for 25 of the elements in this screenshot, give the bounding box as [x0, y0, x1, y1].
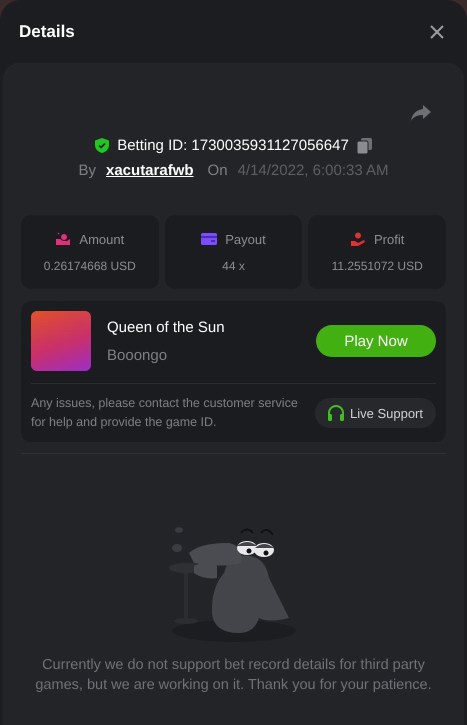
card-icon: [201, 233, 218, 245]
game-thumbnail-placeholder: [31, 311, 91, 371]
hand-person-icon: [350, 232, 366, 246]
on-label: On: [208, 162, 228, 179]
stat-label: Payout: [225, 232, 266, 246]
stat-value: 0.26174668 USD: [44, 258, 136, 272]
stat-value: 11.2551072 USD: [332, 258, 423, 272]
support-notice: Any issues, please contact the customer service for help and provide the game ID.: [31, 395, 299, 431]
copy-icon[interactable]: [356, 138, 372, 154]
stat-label: Profit: [374, 232, 404, 246]
share-icon[interactable]: [411, 105, 431, 121]
betting-id: Betting ID: 1730035931127056647: [117, 137, 349, 154]
modal-title: Details: [19, 22, 75, 42]
game-name: Queen of the Sun: [107, 318, 226, 336]
username-link[interactable]: xacutarafwb: [106, 162, 194, 179]
bet-date: 4/14/2022, 6:00:33 AM: [238, 162, 389, 179]
live-support-button[interactable]: Live Support: [315, 398, 436, 428]
empty-message: Currently we do not support bet record details for third party games, but we are working on it. Thank you for your patience.: [34, 656, 433, 695]
stat-label: Amount: [79, 232, 124, 246]
headset-icon: [327, 405, 345, 421]
shield-check-icon: [95, 138, 110, 153]
close-button[interactable]: [429, 24, 445, 40]
by-label: By: [78, 162, 96, 179]
stat-value: 44 x: [222, 258, 245, 272]
game-provider: Booongo: [107, 346, 168, 364]
